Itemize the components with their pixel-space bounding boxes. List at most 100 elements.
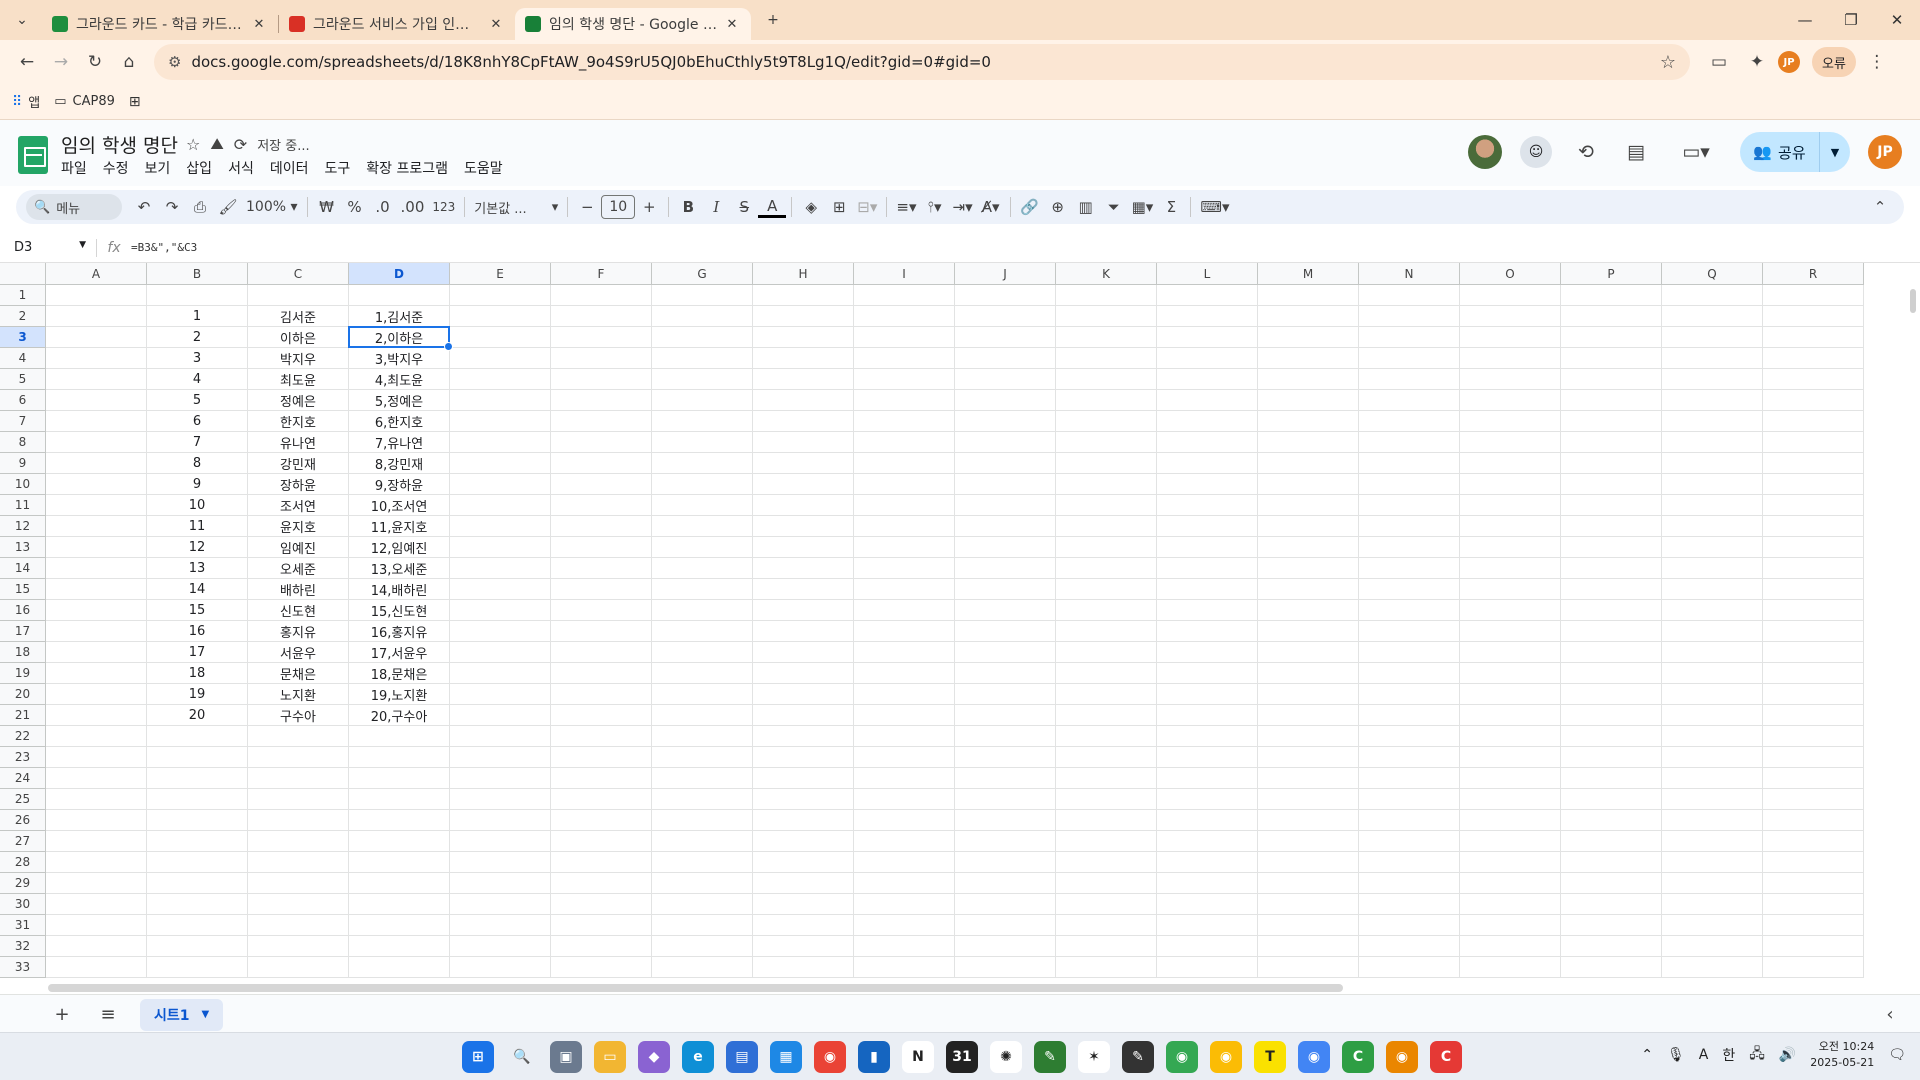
cell[interactable]: 김서준 — [248, 306, 349, 327]
cell[interactable] — [753, 894, 854, 915]
cell[interactable] — [1763, 873, 1864, 894]
cell[interactable] — [1157, 810, 1258, 831]
cell[interactable] — [551, 495, 652, 516]
cell[interactable] — [1258, 747, 1359, 768]
cell[interactable] — [955, 306, 1056, 327]
cell[interactable]: 5,정예은 — [349, 390, 450, 411]
cell[interactable]: 한지호 — [248, 411, 349, 432]
cell[interactable] — [854, 390, 955, 411]
formula-input[interactable]: =B3&","&C3 — [131, 241, 197, 254]
cell[interactable] — [1662, 579, 1763, 600]
cell[interactable] — [1359, 852, 1460, 873]
select-all-corner[interactable] — [0, 263, 46, 285]
cell[interactable]: 3 — [147, 348, 248, 369]
cell[interactable] — [854, 852, 955, 873]
insert-comment-icon[interactable]: ⊕ — [1044, 193, 1072, 221]
cell[interactable] — [46, 726, 147, 747]
cell[interactable] — [1157, 957, 1258, 978]
chrome-active-icon[interactable]: ◉ — [1386, 1041, 1418, 1073]
cell[interactable] — [1157, 411, 1258, 432]
cell[interactable] — [1662, 726, 1763, 747]
cell[interactable] — [1359, 705, 1460, 726]
cell[interactable]: 장하윤 — [248, 474, 349, 495]
cell[interactable] — [955, 432, 1056, 453]
name-box[interactable]: D3 ▼ — [0, 240, 96, 255]
cell[interactable] — [955, 873, 1056, 894]
cell[interactable]: 조서연 — [248, 495, 349, 516]
cell[interactable] — [1662, 558, 1763, 579]
cell[interactable]: 배하린 — [248, 579, 349, 600]
cell[interactable] — [753, 327, 854, 348]
cell[interactable] — [248, 894, 349, 915]
cell[interactable] — [1258, 285, 1359, 306]
cell[interactable] — [1561, 957, 1662, 978]
print-icon[interactable]: ⎙ — [186, 193, 214, 221]
cell[interactable] — [753, 537, 854, 558]
cell[interactable] — [1561, 411, 1662, 432]
cell[interactable]: 14 — [147, 579, 248, 600]
cell[interactable] — [1157, 915, 1258, 936]
cell[interactable] — [1258, 348, 1359, 369]
clock[interactable]: 오전 10:24 2025-05-21 — [1810, 1039, 1874, 1071]
cell[interactable] — [652, 495, 753, 516]
cell[interactable] — [652, 747, 753, 768]
cell[interactable] — [753, 726, 854, 747]
cell[interactable] — [1763, 432, 1864, 453]
column-header[interactable]: H — [753, 263, 854, 285]
cell[interactable] — [1561, 873, 1662, 894]
cell[interactable] — [1056, 369, 1157, 390]
menu-item[interactable]: 삽입 — [186, 158, 212, 178]
cell[interactable] — [1359, 390, 1460, 411]
cell[interactable] — [955, 915, 1056, 936]
language-indicator[interactable]: A — [1699, 1047, 1709, 1063]
close-window-icon[interactable]: ✕ — [1874, 0, 1920, 40]
cell[interactable] — [1258, 369, 1359, 390]
cell[interactable]: 8,강민재 — [349, 453, 450, 474]
cell[interactable] — [349, 726, 450, 747]
cell[interactable] — [1258, 327, 1359, 348]
italic-icon[interactable]: I — [702, 193, 730, 221]
cell[interactable] — [1460, 411, 1561, 432]
cell[interactable] — [1662, 873, 1763, 894]
cell[interactable] — [1763, 705, 1864, 726]
text-rotation-icon[interactable]: A̸▾ — [977, 193, 1005, 221]
cell[interactable] — [551, 600, 652, 621]
cell[interactable] — [652, 453, 753, 474]
cell[interactable]: 서윤우 — [248, 642, 349, 663]
cell[interactable] — [1157, 789, 1258, 810]
add-sheet-icon[interactable]: + — [48, 1001, 76, 1029]
cell[interactable] — [1662, 306, 1763, 327]
cell[interactable]: 임예진 — [248, 537, 349, 558]
cell[interactable]: 3,박지우 — [349, 348, 450, 369]
volume-icon[interactable]: 🔊 — [1779, 1047, 1796, 1063]
cell[interactable] — [551, 726, 652, 747]
cell[interactable] — [1157, 663, 1258, 684]
cell[interactable] — [1157, 285, 1258, 306]
cell[interactable] — [1258, 957, 1359, 978]
cell[interactable] — [652, 915, 753, 936]
cell[interactable]: 18,문채은 — [349, 663, 450, 684]
cell[interactable] — [652, 285, 753, 306]
cell[interactable] — [854, 621, 955, 642]
cell[interactable] — [450, 936, 551, 957]
cell[interactable] — [1561, 348, 1662, 369]
cell[interactable] — [1359, 957, 1460, 978]
cell[interactable]: 17,서윤우 — [349, 642, 450, 663]
cell[interactable] — [1561, 705, 1662, 726]
cell[interactable] — [1662, 957, 1763, 978]
row-header[interactable]: 33 — [0, 957, 46, 978]
cell[interactable]: 13,오세준 — [349, 558, 450, 579]
cell[interactable] — [1662, 411, 1763, 432]
cell[interactable] — [955, 327, 1056, 348]
cell[interactable] — [450, 537, 551, 558]
cell[interactable] — [1763, 768, 1864, 789]
cell[interactable] — [652, 369, 753, 390]
cell[interactable] — [551, 789, 652, 810]
cell[interactable] — [1460, 453, 1561, 474]
cell[interactable]: 문채은 — [248, 663, 349, 684]
meet-video-icon[interactable]: ▭▾ — [1670, 136, 1722, 168]
cell[interactable] — [1157, 684, 1258, 705]
microphone-icon[interactable]: 🎙 — [1667, 1047, 1685, 1063]
row-header[interactable]: 11 — [0, 495, 46, 516]
fill-color-icon[interactable]: ◈ — [797, 193, 825, 221]
